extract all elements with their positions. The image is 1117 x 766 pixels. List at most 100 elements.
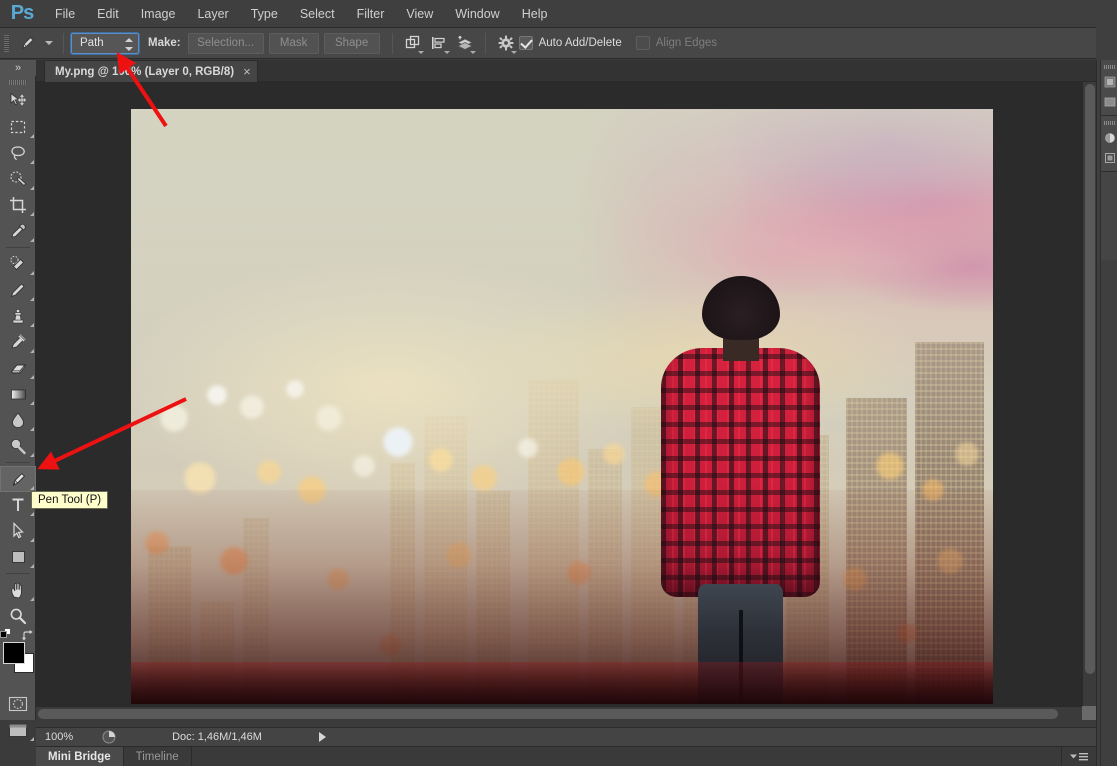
status-menu-arrow-icon[interactable] [312,732,332,742]
adjustments-panel-icon[interactable] [1101,128,1117,148]
menu-type[interactable]: Type [240,0,289,28]
composite-image [131,109,993,704]
make-label: Make: [148,37,181,49]
dock-empty-area [1101,260,1117,766]
menu-help[interactable]: Help [511,0,559,28]
tool-quick-selection[interactable] [0,166,36,192]
bokeh-light [429,448,454,473]
plaid-shirt [661,348,821,597]
swatches-panel-icon[interactable] [1101,92,1117,112]
bokeh-light [256,459,281,484]
tool-pen[interactable] [0,466,36,492]
bokeh-light [352,455,375,477]
dock-group-1[interactable] [1101,60,1117,116]
menu-view[interactable]: View [395,0,444,28]
person-silhouette [653,275,830,704]
panel-menu-icon[interactable] [1062,747,1096,766]
bokeh-light [471,464,498,491]
canvas-area[interactable] [36,82,1096,720]
tool-brush[interactable] [0,277,36,303]
document-canvas[interactable] [131,109,993,704]
gear-icon[interactable] [493,31,519,56]
quick-mask-mode-icon[interactable] [0,691,36,717]
tool-history-brush[interactable] [0,329,36,355]
collapsed-panel-strip[interactable] [1100,60,1117,766]
tool-path-selection[interactable] [0,518,36,544]
foreground-color-swatch[interactable] [3,642,25,664]
stepper-arrows-icon[interactable] [125,37,133,52]
menu-layer[interactable]: Layer [186,0,239,28]
tool-blur[interactable] [0,407,36,433]
menu-select[interactable]: Select [289,0,346,28]
tool-move[interactable] [0,88,36,114]
styles-panel-icon[interactable] [1101,148,1117,168]
bokeh-light [517,438,538,459]
toolbar-divider-1 [5,247,30,248]
color-swatches [0,628,36,685]
tools-panel [0,60,36,741]
screen-mode-icon[interactable] [0,717,36,743]
color-panel-icon[interactable] [1101,72,1117,92]
swap-colors-icon[interactable] [22,629,34,641]
document-thumbnail-icon [96,730,122,744]
path-alignment-icon[interactable] [426,31,452,56]
dock-group-1-grip[interactable] [1103,65,1116,69]
bottom-panel-empty-area [192,747,1062,766]
align-edges-checkbox[interactable] [635,36,650,50]
toolbar-divider-2 [5,462,30,463]
menu-image[interactable]: Image [130,0,187,28]
tool-hand[interactable] [0,577,36,603]
toolbar-grip[interactable] [0,76,36,88]
bokeh-light [316,405,343,432]
dock-group-2-grip[interactable] [1103,121,1116,125]
tool-spot-healing-brush[interactable] [0,251,36,277]
document-tab-title: My.png @ 100% (Layer 0, RGB/8) [55,65,235,78]
foreground-band [131,662,993,704]
menu-window[interactable]: Window [444,0,510,28]
tab-mini-bridge[interactable]: Mini Bridge [36,747,124,766]
canvas-vertical-scrollbar[interactable] [1082,82,1096,706]
tool-zoom[interactable] [0,603,36,629]
menu-edit[interactable]: Edit [86,0,130,28]
canvas-horizontal-scrollbar[interactable] [36,706,1082,720]
tool-eraser[interactable] [0,355,36,381]
tool-eyedropper[interactable] [0,218,36,244]
tool-mode-select[interactable]: Path [70,31,140,55]
tool-crop[interactable] [0,192,36,218]
default-colors-icon[interactable] [0,628,11,639]
auto-add-delete-checkbox[interactable] [518,36,533,50]
options-bar: Path Make: Selection... Mask Shape Auto … [0,28,1117,59]
make-mask-button[interactable]: Mask [268,32,319,54]
pen-tool-icon[interactable] [12,28,42,59]
menu-filter[interactable]: Filter [346,0,396,28]
options-bar-grip[interactable] [0,28,12,59]
zoom-level-field[interactable]: 100% [40,729,96,746]
menu-bar: Ps File Edit Image Layer Type Select Fil… [0,0,1117,28]
make-selection-button[interactable]: Selection... [187,32,264,54]
bokeh-light [955,442,980,467]
status-bar: 100% Doc: 1,46M/1,46M [36,727,1096,746]
bokeh-light [556,457,585,486]
tool-gradient[interactable] [0,381,36,407]
tool-preset-chevron-down-icon[interactable] [42,28,56,59]
auto-add-delete-label: Auto Add/Delete [538,37,622,49]
tool-lasso[interactable] [0,140,36,166]
dock-group-2[interactable] [1101,116,1117,172]
document-tab[interactable]: My.png @ 100% (Layer 0, RGB/8) × [44,60,258,82]
bokeh-light [160,404,189,433]
tool-mode-value: Path [80,37,104,49]
tool-clone-stamp[interactable] [0,303,36,329]
tool-rectangle[interactable] [0,544,36,570]
options-separator-1 [63,32,64,54]
menu-file[interactable]: File [44,0,86,28]
collapse-toolbar-button[interactable] [0,60,36,76]
tool-dodge[interactable] [0,433,36,459]
bokeh-light [285,379,304,398]
make-shape-button[interactable]: Shape [323,32,380,54]
close-icon[interactable]: × [243,65,251,78]
path-arrangement-icon[interactable] [452,31,478,56]
bokeh-light [239,394,264,419]
path-operations-icon[interactable] [400,31,426,56]
tool-rectangular-marquee[interactable] [0,114,36,140]
tab-timeline[interactable]: Timeline [124,747,192,766]
